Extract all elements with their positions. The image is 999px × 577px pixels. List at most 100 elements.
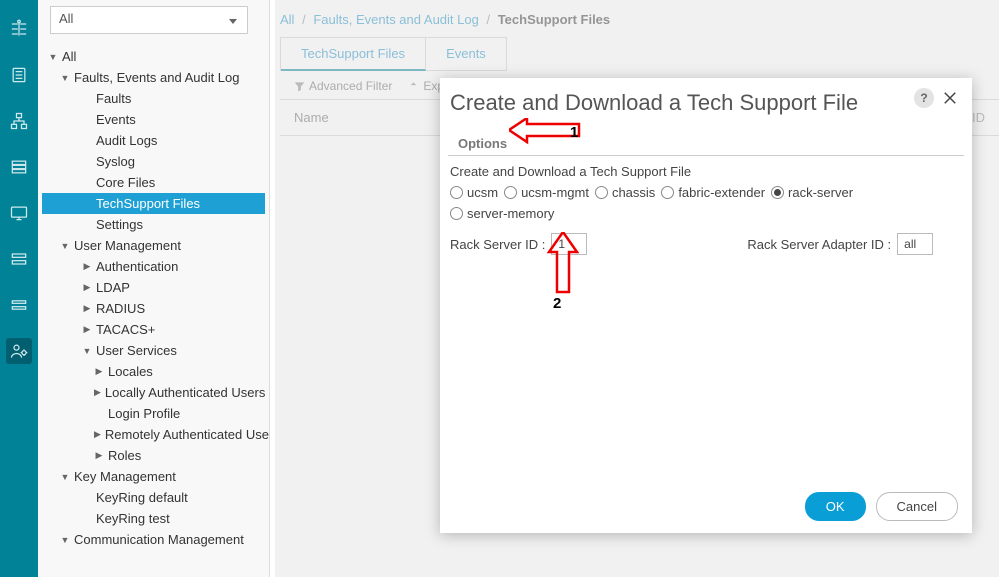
caret-spacer (94, 409, 104, 419)
tree-item[interactable]: Events (42, 109, 265, 130)
tree-item-label: TechSupport Files (96, 196, 261, 211)
tree-item-label: Key Management (74, 469, 261, 484)
rack-server-id-input[interactable]: 1 (551, 233, 587, 255)
caret-icon[interactable] (94, 429, 101, 440)
caret-icon[interactable] (82, 261, 92, 272)
rack-server-id-label: Rack Server ID : (450, 237, 545, 252)
tree-item-label: Faults (96, 91, 261, 106)
tree-item-label: User Services (96, 343, 261, 358)
caret-icon[interactable] (82, 303, 92, 314)
caret-icon[interactable] (48, 52, 58, 62)
radio-ucsm[interactable]: ucsm (450, 185, 498, 200)
tree-item-label: User Management (74, 238, 261, 253)
rail-icon-equipment[interactable] (6, 16, 32, 42)
tree-item[interactable]: Roles (42, 445, 265, 466)
radio-rack-server[interactable]: rack-server (771, 185, 853, 200)
caret-icon[interactable] (94, 366, 104, 377)
section-options: Options (448, 128, 964, 156)
caret-spacer (82, 94, 92, 104)
tree-item[interactable]: Locales (42, 361, 265, 382)
tree-item[interactable]: Core Files (42, 172, 265, 193)
tree-item-label: Syslog (96, 154, 261, 169)
tree-item[interactable]: KeyRing test (42, 508, 265, 529)
tree-item[interactable]: LDAP (42, 277, 265, 298)
caret-spacer (82, 514, 92, 524)
caret-spacer (82, 115, 92, 125)
tree-item-label: Locales (108, 364, 261, 379)
annotation-label-2: 2 (553, 295, 561, 312)
tree-item-label: RADIUS (96, 301, 261, 316)
radio-chassis[interactable]: chassis (595, 185, 655, 200)
tree-item-label: Login Profile (108, 406, 261, 421)
tree-item[interactable]: RADIUS (42, 298, 265, 319)
tree-item[interactable]: Login Profile (42, 403, 265, 424)
caret-icon[interactable] (82, 346, 92, 356)
tree-item[interactable]: Audit Logs (42, 130, 265, 151)
caret-spacer (82, 157, 92, 167)
tree-item-label: Roles (108, 448, 261, 463)
rack-server-adapter-id-input[interactable]: all (897, 233, 933, 255)
tree-item[interactable]: Communication Management (42, 529, 265, 550)
caret-icon[interactable] (82, 282, 92, 293)
help-icon[interactable]: ? (914, 88, 934, 108)
tree-item[interactable]: Locally Authenticated Users (42, 382, 265, 403)
caret-spacer (82, 199, 92, 209)
caret-spacer (82, 136, 92, 146)
caret-icon[interactable] (94, 450, 104, 461)
radio-fabric-extender[interactable]: fabric-extender (661, 185, 765, 200)
tree-item-label: LDAP (96, 280, 261, 295)
tree-item-label: Remotely Authenticated Users (105, 427, 270, 442)
nav-tree: All Faults, Events and Audit Log Faults E… (42, 46, 265, 550)
caret-spacer (82, 178, 92, 188)
caret-icon[interactable] (60, 73, 70, 83)
caret-spacer (82, 493, 92, 503)
caret-icon[interactable] (94, 387, 101, 398)
rail-icon-vm[interactable] (6, 200, 32, 226)
radio-server-memory[interactable]: server-memory (450, 206, 554, 221)
tree-item[interactable]: Authentication (42, 256, 265, 277)
modal-description: Create and Download a Tech Support File (450, 164, 962, 179)
tree-item-label: Communication Management (74, 532, 261, 547)
nav-panel: All All Faults, Events and Audit Log Faul… (38, 0, 270, 577)
rail-icon-san[interactable] (6, 154, 32, 180)
tree-item[interactable]: Faults, Events and Audit Log (42, 67, 265, 88)
tree-item-label: KeyRing test (96, 511, 261, 526)
close-icon[interactable] (938, 86, 962, 110)
tree-item[interactable]: Remotely Authenticated Users (42, 424, 265, 445)
tree-item-label: All (62, 49, 261, 64)
cancel-button[interactable]: Cancel (876, 492, 958, 521)
tree-item[interactable]: TACACS+ (42, 319, 265, 340)
rail-icon-chassis[interactable] (6, 292, 32, 318)
tree-item[interactable]: Syslog (42, 151, 265, 172)
rail-icon-admin[interactable] (6, 338, 32, 364)
tree-item-label: Events (96, 112, 261, 127)
caret-icon[interactable] (82, 324, 92, 335)
caret-icon[interactable] (60, 472, 70, 482)
tree-item[interactable]: User Services (42, 340, 265, 361)
tree-item[interactable]: Faults (42, 88, 265, 109)
tree-item-label: Settings (96, 217, 261, 232)
radio-ucsm-mgmt[interactable]: ucsm-mgmt (504, 185, 589, 200)
annotation-label-1: 1 (570, 124, 578, 141)
tree-item-label: Audit Logs (96, 133, 261, 148)
tree-item-label: Core Files (96, 175, 261, 190)
tree-item-label: Locally Authenticated Users (105, 385, 265, 400)
icon-rail (0, 0, 38, 577)
tree-item[interactable]: TechSupport Files (42, 193, 265, 214)
tree-item[interactable]: User Management (42, 235, 265, 256)
tree-item[interactable]: KeyRing default (42, 487, 265, 508)
rail-icon-lan[interactable] (6, 108, 32, 134)
caret-spacer (82, 220, 92, 230)
modal-title: Create and Download a Tech Support File … (440, 78, 972, 128)
tree-item-label: KeyRing default (96, 490, 261, 505)
tree-item[interactable]: All (42, 46, 265, 67)
ok-button[interactable]: OK (805, 492, 866, 521)
caret-icon[interactable] (60, 241, 70, 251)
rail-icon-storage[interactable] (6, 246, 32, 272)
scope-select[interactable]: All (50, 6, 248, 34)
rail-icon-servers[interactable] (6, 62, 32, 88)
tree-item[interactable]: Key Management (42, 466, 265, 487)
tree-item[interactable]: Settings (42, 214, 265, 235)
radio-group-type: ucsm ucsm-mgmt chassis fabric-extender r… (450, 185, 962, 221)
caret-icon[interactable] (60, 535, 70, 545)
